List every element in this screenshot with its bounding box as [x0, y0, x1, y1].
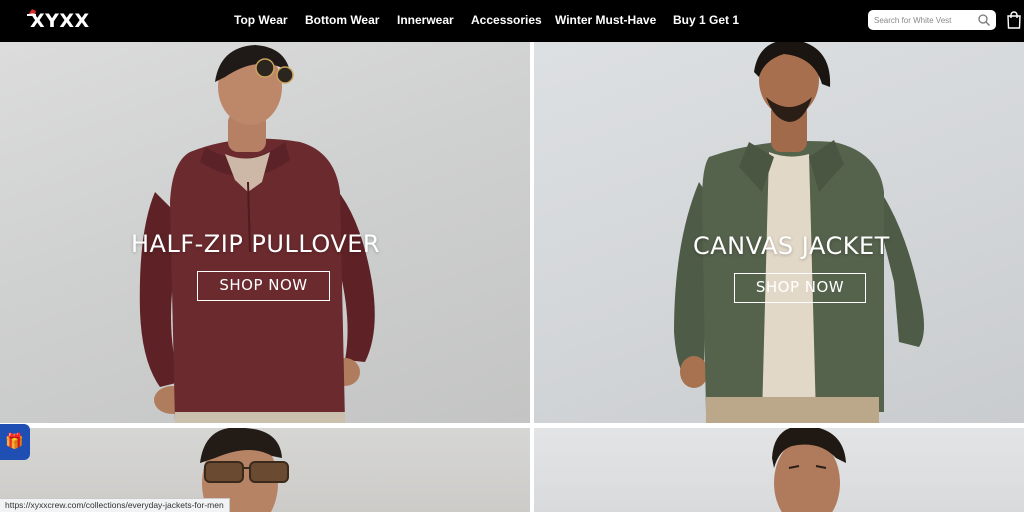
- banner-title: HALF-ZIP PULLOVER: [131, 230, 381, 258]
- status-bar-url: https://xyxxcrew.com/collections/everyda…: [0, 498, 230, 512]
- search-icon[interactable]: [977, 13, 991, 27]
- banner-half-zip-pullover[interactable]: HALF-ZIP PULLOVER SHOP NOW: [0, 42, 530, 423]
- nav-item-winter-must-have[interactable]: Winter Must-Have: [555, 13, 656, 27]
- nav-item-accessories[interactable]: Accessories: [471, 13, 542, 27]
- nav-item-bottom-wear[interactable]: Bottom Wear: [305, 13, 379, 27]
- brand-logo[interactable]: XYXX: [30, 10, 90, 32]
- gift-icon: 🎁: [5, 433, 24, 450]
- nav-item-top-wear[interactable]: Top Wear: [234, 13, 288, 27]
- banner-title: CANVAS JACKET: [693, 232, 890, 260]
- banner-canvas-jacket[interactable]: CANVAS JACKET SHOP NOW: [534, 42, 1024, 423]
- search-input[interactable]: [874, 13, 974, 27]
- nav-item-buy-1-get-1[interactable]: Buy 1 Get 1: [673, 13, 739, 27]
- model-image-four: [772, 428, 846, 512]
- shop-now-button[interactable]: SHOP NOW: [734, 273, 866, 303]
- shop-now-button[interactable]: SHOP NOW: [197, 271, 330, 301]
- search-box: [868, 10, 996, 30]
- shopping-bag-icon[interactable]: [1006, 11, 1022, 29]
- banner-model-four[interactable]: [534, 428, 1024, 512]
- top-header: XYXX Top Wear Bottom Wear Innerwear Acce…: [0, 0, 1024, 42]
- nav-item-innerwear[interactable]: Innerwear: [397, 13, 454, 27]
- gift-button[interactable]: 🎁: [0, 424, 30, 460]
